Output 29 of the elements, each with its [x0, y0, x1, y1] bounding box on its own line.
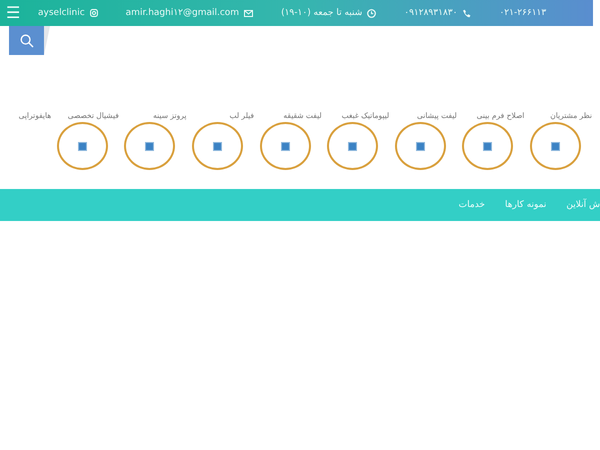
search-button-shadow — [44, 26, 50, 55]
envelope-icon — [244, 10, 254, 16]
phone-number[interactable]: ۰۲۱-۲۶۶۱۱۳ — [499, 8, 546, 18]
search-icon — [20, 34, 34, 48]
service-circle[interactable] — [394, 122, 446, 170]
broken-image-icon — [213, 142, 222, 150]
clock-icon — [367, 8, 376, 18]
email-address[interactable]: amir.haghi۱۲@gmail.com — [126, 8, 240, 18]
service-circle[interactable] — [327, 122, 378, 170]
opening-hours: شنبه تا جمعه (۱۰-۱۹) — [281, 8, 362, 18]
service-circle[interactable] — [124, 122, 176, 170]
mobile-number[interactable]: ۰۹۱۲۸۹۳۱۸۳۰ — [404, 8, 458, 18]
service-circle[interactable] — [462, 122, 514, 170]
instagram-handle[interactable]: ayselclinic — [38, 8, 85, 18]
service-circle[interactable] — [192, 122, 244, 170]
search-button[interactable] — [9, 26, 44, 55]
broken-image-icon — [280, 142, 290, 150]
broken-image-icon — [145, 142, 154, 150]
service-circle[interactable] — [56, 122, 108, 170]
service-circle[interactable] — [530, 122, 581, 170]
broken-image-icon — [348, 142, 358, 150]
menu-icon[interactable]: ☰ — [6, 5, 26, 21]
broken-image-icon — [416, 142, 425, 150]
phone-icon — [462, 8, 472, 18]
broken-image-icon — [483, 142, 492, 150]
service-circle[interactable] — [260, 122, 311, 170]
broken-image-icon — [551, 142, 560, 150]
broken-image-icon — [78, 142, 87, 150]
instagram-icon[interactable] — [90, 9, 98, 17]
